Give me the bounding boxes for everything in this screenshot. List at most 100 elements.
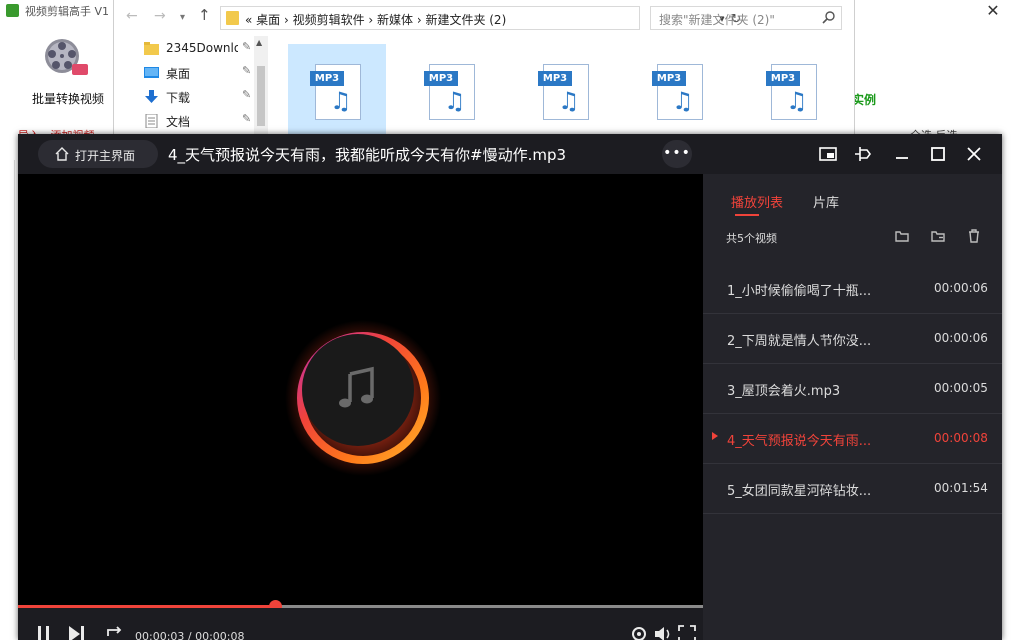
playlist-item-title: 3_屋顶会着火.mp3 [727, 384, 841, 399]
more-options-button[interactable]: ••• [662, 140, 692, 168]
playback-time: 00:00:03 / 00:00:08 [135, 630, 245, 640]
file-type-tag: MP3 [652, 71, 686, 86]
loop-icon[interactable] [104, 622, 126, 640]
mp3-file-item[interactable]: MP3 ♫ [630, 44, 728, 134]
nav-item-label: 桌面 [166, 67, 191, 81]
pin-on-top-icon[interactable] [852, 142, 876, 166]
delete-icon[interactable] [966, 228, 982, 244]
playlist-item-title: 2_下周就是情人节你没... [727, 334, 872, 349]
playlist-item-duration: 00:00:06 [934, 331, 988, 345]
nav-item-downloads-folder[interactable]: 2345Downlo ✎ [144, 38, 270, 60]
desktop-icon [144, 67, 159, 78]
mp3-file-icon: MP3 ♫ [424, 64, 475, 120]
forward-arrow-icon[interactable]: → [154, 8, 172, 28]
batch-convert-button[interactable]: 批量转换视频 [20, 30, 116, 110]
search-icon[interactable] [821, 10, 837, 26]
mp3-file-item[interactable]: MP3 ♫ [288, 44, 386, 134]
mp3-file-item[interactable]: MP3 ♫ [402, 44, 500, 134]
background-close-button[interactable]: ✕ [975, 0, 1011, 22]
nav-scrollbar[interactable]: ▲ [254, 36, 268, 134]
film-reel-icon [45, 39, 88, 75]
nav-item-documents[interactable]: 文档 ✎ [144, 110, 270, 132]
open-main-interface-button[interactable]: 打开主界面 [38, 140, 158, 168]
music-note-icon: ♫ [444, 87, 466, 115]
example-label[interactable]: 实例 [852, 91, 876, 108]
maximize-icon[interactable] [926, 142, 950, 166]
playlist-item[interactable]: 5_女团同款星河碎钻妆... 00:01:54 [703, 464, 1002, 514]
now-playing-arrow-icon [712, 432, 718, 440]
fullscreen-icon[interactable] [676, 622, 698, 640]
music-note-icon [339, 366, 374, 408]
tab-library[interactable]: 片库 [813, 192, 839, 211]
back-arrow-icon[interactable]: ← [126, 8, 144, 28]
download-icon [145, 90, 158, 103]
pin-icon[interactable]: ✎ [242, 112, 251, 125]
mp3-file-item[interactable]: MP3 ♫ [744, 44, 842, 134]
nav-item-label: 2345Downlo [166, 41, 238, 55]
file-type-tag: MP3 [766, 71, 800, 86]
home-icon [55, 147, 69, 161]
mp3-file-icon: MP3 ♫ [652, 64, 703, 120]
music-note-icon: ♫ [672, 87, 694, 115]
navigation-pane: 2345Downlo ✎ 桌面 ✎ 下载 ✎ 文档 ✎ [114, 36, 269, 134]
pause-icon[interactable] [34, 622, 56, 640]
mp3-file-icon: MP3 ♫ [310, 64, 361, 120]
folder-icon [226, 11, 239, 25]
recent-dropdown-icon[interactable]: ▾ [180, 8, 194, 28]
music-note-icon: ♫ [330, 87, 352, 115]
file-explorer-window: ← → ▾ ↑ « 桌面 › 视频剪辑软件 › 新媒体 › 新建文件夹 (2) … [113, 0, 855, 134]
music-note-icon: ♫ [558, 87, 580, 115]
file-type-tag: MP3 [424, 71, 458, 86]
pin-icon[interactable]: ✎ [242, 40, 251, 53]
pin-icon[interactable]: ✎ [242, 64, 251, 77]
next-track-icon[interactable] [66, 622, 88, 640]
scroll-up-icon[interactable]: ▲ [256, 38, 262, 47]
playlist-panel: 播放列表 片库 共5个视频 1_小时候偷偷喝了十瓶... 00:00:06 2_… [703, 174, 1002, 640]
playlist-item[interactable]: 3_屋顶会着火.mp3 00:00:05 [703, 364, 1002, 414]
mini-mode-icon[interactable] [816, 142, 840, 166]
playback-controls: 00:00:03 / 00:00:08 [18, 608, 703, 640]
playlist-item-title: 1_小时候偷偷喝了十瓶... [727, 284, 872, 299]
music-note-icon: ♫ [786, 87, 808, 115]
open-main-interface-label: 打开主界面 [75, 149, 136, 163]
settings-icon[interactable] [628, 622, 650, 640]
now-playing-title: 4_天气预报说今天有雨，我都能听成今天有你#慢动作.mp3 [168, 146, 567, 164]
pin-icon[interactable]: ✎ [242, 88, 251, 101]
search-input[interactable]: 搜索"新建文件夹 (2)" [650, 6, 842, 30]
nav-item-desktop[interactable]: 桌面 ✎ [144, 62, 270, 84]
app-logo-icon [6, 4, 19, 17]
close-icon[interactable] [962, 142, 986, 166]
nav-item-label: 下载 [166, 91, 191, 105]
playlist-item-active[interactable]: 4_天气预报说今天有雨... 00:00:08 [703, 414, 1002, 464]
address-path: « 桌面 › 视频剪辑软件 › 新媒体 › 新建文件夹 (2) [245, 13, 507, 27]
playlist-item-duration: 00:00:08 [934, 431, 988, 445]
mp3-file-icon: MP3 ♫ [538, 64, 589, 120]
add-folder-icon[interactable] [930, 228, 946, 244]
search-placeholder: 搜索"新建文件夹 (2)" [659, 13, 775, 27]
active-tab-indicator [735, 214, 759, 216]
playlist-item-title: 4_天气预报说今天有雨... [727, 434, 872, 449]
document-icon [145, 114, 158, 128]
playlist-item[interactable]: 2_下周就是情人节你没... 00:00:06 [703, 314, 1002, 364]
playlist-item-duration: 00:01:54 [934, 481, 988, 495]
playlist-item[interactable]: 1_小时候偷偷喝了十瓶... 00:00:06 [703, 264, 1002, 314]
player-titlebar[interactable]: 打开主界面 4_天气预报说今天有雨，我都能听成今天有你#慢动作.mp3 ••• [18, 134, 1002, 174]
batch-convert-label: 批量转换视频 [31, 92, 104, 106]
minimize-icon[interactable] [890, 142, 914, 166]
nav-item-label: 文档 [166, 115, 191, 129]
file-type-tag: MP3 [310, 71, 344, 86]
mp3-file-icon: MP3 ♫ [766, 64, 817, 120]
tab-playlist[interactable]: 播放列表 [731, 192, 783, 211]
up-arrow-icon[interactable]: ↑ [198, 6, 216, 28]
open-folder-icon[interactable] [894, 228, 910, 244]
nav-item-downloads[interactable]: 下载 ✎ [144, 86, 270, 108]
volume-icon[interactable] [652, 622, 674, 640]
background-app-title: 视频剪辑高手 V1 [25, 5, 110, 18]
playlist-item-duration: 00:00:05 [934, 381, 988, 395]
video-display-area[interactable] [18, 174, 703, 607]
folder-icon [144, 42, 159, 55]
mp3-file-item[interactable]: MP3 ♫ [516, 44, 614, 134]
playlist-item-duration: 00:00:06 [934, 281, 988, 295]
address-bar[interactable]: « 桌面 › 视频剪辑软件 › 新媒体 › 新建文件夹 (2) ▾ ↻ [220, 6, 741, 30]
scrollbar-thumb[interactable] [257, 66, 265, 126]
